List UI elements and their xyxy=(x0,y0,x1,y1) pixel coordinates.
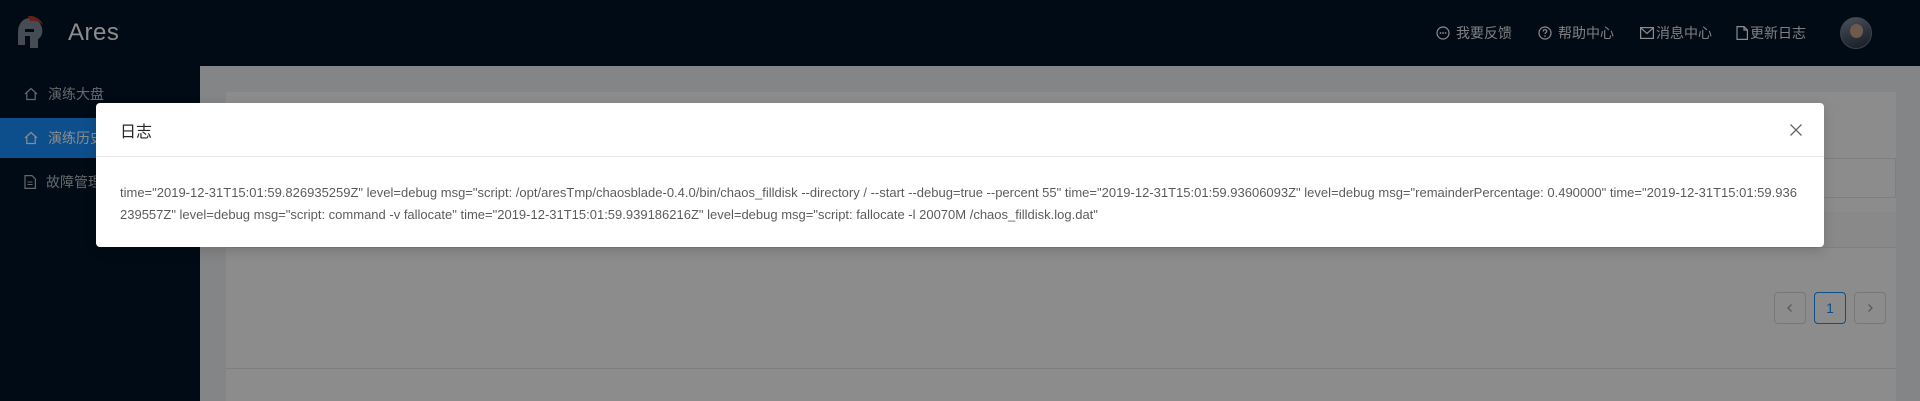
log-content: time="2019-12-31T15:01:59.826935259Z" le… xyxy=(120,185,1797,222)
log-modal: 日志 time="2019-12-31T15:01:59.826935259Z"… xyxy=(96,103,1824,247)
close-button[interactable] xyxy=(1784,118,1808,142)
modal-header: 日志 xyxy=(96,103,1824,157)
modal-title: 日志 xyxy=(120,123,153,141)
close-icon xyxy=(1790,124,1802,136)
